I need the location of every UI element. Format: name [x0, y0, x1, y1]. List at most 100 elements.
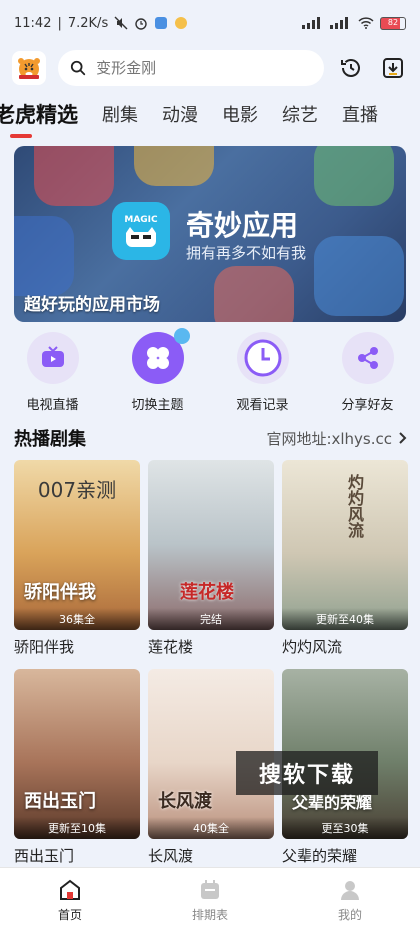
bottom-nav: 首页 排期表 我的	[0, 867, 420, 933]
episode-badge: 更至30集	[282, 817, 408, 839]
series-card[interactable]: 莲花楼 完结 莲花楼	[148, 460, 274, 657]
chevron-right-icon	[399, 432, 407, 444]
category-tabs: 老虎精选 剧集 动漫 电影 综艺 直播	[0, 92, 420, 138]
banner-decoration	[314, 146, 394, 206]
banner-title: 奇妙应用	[186, 209, 299, 242]
card-title: 莲花楼	[148, 638, 194, 656]
poster-title-art: 西出玉门	[24, 791, 96, 812]
app-notification-icon	[155, 17, 168, 29]
quick-share-friends[interactable]: 分享好友	[315, 332, 420, 416]
quick-label: 分享好友	[341, 398, 394, 413]
battery-icon: 82	[380, 16, 406, 30]
share-icon	[341, 332, 394, 384]
signal-icon-2	[330, 17, 348, 29]
nav-home[interactable]: 首页	[0, 868, 140, 933]
banner-decoration	[134, 146, 214, 186]
nav-label: 我的	[337, 908, 362, 922]
app-notification-icon-2	[175, 17, 188, 29]
banner-decoration	[214, 266, 294, 322]
home-icon	[60, 879, 80, 900]
official-site-link[interactable]: 官网地址:xlhys.cc	[266, 428, 408, 449]
history-button[interactable]	[336, 53, 366, 83]
section-title: 热播剧集	[14, 429, 86, 450]
poster: 灼灼风流 更新至40集	[282, 460, 408, 630]
promo-banner[interactable]: MAGIC 奇妙应用 拥有再多不如有我 超好玩的应用市场	[14, 146, 406, 322]
status-time: 11:42	[14, 15, 52, 31]
tiger-logo-icon	[18, 58, 40, 79]
nav-label: 排期表	[191, 908, 228, 922]
tab-variety[interactable]: 综艺	[270, 101, 330, 127]
card-title: 西出玉门	[14, 847, 75, 865]
poster-title-art: 长风渡	[158, 791, 212, 812]
card-title: 骄阳伴我	[14, 638, 75, 656]
nav-schedule[interactable]: 排期表	[140, 868, 280, 933]
banner-decoration	[34, 146, 114, 206]
wifi-icon	[358, 17, 374, 29]
hot-series-header: 热播剧集 官网地址:xlhys.cc	[14, 424, 408, 452]
quick-switch-theme[interactable]: 切换主题	[105, 328, 210, 416]
clock-icon	[236, 332, 289, 384]
series-grid: 007亲测 骄阳伴我 36集全 骄阳伴我 莲花楼 完结 莲花楼 灼灼风流 更新至…	[14, 460, 408, 866]
series-card[interactable]: 007亲测 骄阳伴我 36集全 骄阳伴我	[14, 460, 140, 657]
episode-badge: 更新至40集	[282, 608, 408, 630]
history-icon	[341, 59, 360, 77]
poster-top-text: 007亲测	[37, 478, 117, 502]
status-right: 82	[302, 16, 406, 30]
card-title: 灼灼风流	[282, 638, 343, 656]
episode-badge: 40集全	[148, 817, 274, 839]
episode-badge: 36集全	[14, 608, 140, 630]
poster: 莲花楼 完结	[148, 460, 274, 630]
quick-label: 电视直播	[26, 398, 79, 413]
poster-title-art: 灼灼风流	[345, 474, 364, 538]
quick-label: 观看记录	[236, 398, 289, 413]
quick-label: 切换主题	[131, 398, 184, 413]
search-bar[interactable]	[58, 50, 324, 86]
status-divider: |	[57, 15, 62, 31]
tab-featured[interactable]: 老虎精选	[0, 99, 90, 138]
episode-badge: 更新至10集	[14, 817, 140, 839]
search-icon	[70, 60, 86, 76]
poster: 西出玉门 更新至10集	[14, 669, 140, 839]
theme-icon	[131, 328, 190, 384]
tv-icon	[26, 332, 79, 384]
quick-watch-history[interactable]: 观看记录	[210, 332, 315, 416]
tab-live[interactable]: 直播	[330, 101, 390, 127]
card-title: 父辈的荣耀	[282, 847, 358, 865]
status-bar: 11:42 | 7.2K/s 82	[0, 0, 420, 46]
tab-series[interactable]: 剧集	[90, 101, 150, 127]
calendar-icon	[201, 880, 219, 899]
quick-entries: 电视直播 切换主题 观看记录 分享好友	[0, 328, 420, 416]
status-speed: 7.2K/s	[67, 15, 109, 31]
download-button[interactable]	[378, 53, 408, 83]
user-icon	[341, 881, 359, 900]
card-title: 长风渡	[148, 847, 194, 865]
signal-icon	[302, 17, 320, 29]
poster-title-art: 莲花楼	[180, 582, 234, 603]
nav-label: 首页	[57, 908, 82, 922]
episode-badge: 完结	[148, 608, 274, 630]
nav-mine[interactable]: 我的	[280, 868, 420, 933]
tab-movie[interactable]: 电影	[210, 101, 270, 127]
cat-face-icon	[126, 227, 156, 247]
top-bar	[0, 46, 420, 90]
download-icon	[383, 58, 403, 78]
watermark: 搜软下载	[236, 751, 378, 795]
poster: 007亲测 骄阳伴我 36集全	[14, 460, 140, 630]
quick-tv-live[interactable]: 电视直播	[0, 332, 105, 416]
series-card[interactable]: 灼灼风流 更新至40集 灼灼风流	[282, 460, 408, 657]
theme-dot	[173, 328, 190, 344]
mute-icon	[114, 16, 128, 30]
status-left: 11:42 | 7.2K/s	[14, 16, 188, 31]
poster-title-art: 骄阳伴我	[24, 582, 96, 603]
banner-decoration	[314, 236, 404, 316]
tab-anime[interactable]: 动漫	[150, 101, 210, 127]
banner-caption: 超好玩的应用市场	[24, 295, 160, 315]
banner-subtitle: 拥有再多不如有我	[186, 244, 307, 262]
official-site-text: 官网地址:xlhys.cc	[266, 429, 392, 448]
app-logo[interactable]	[12, 51, 46, 85]
magic-app-icon: MAGIC	[112, 202, 170, 260]
search-input[interactable]	[96, 59, 312, 77]
app-badge-text: MAGIC	[124, 215, 158, 225]
series-card[interactable]: 西出玉门 更新至10集 西出玉门	[14, 669, 140, 866]
alarm-icon	[135, 18, 147, 30]
